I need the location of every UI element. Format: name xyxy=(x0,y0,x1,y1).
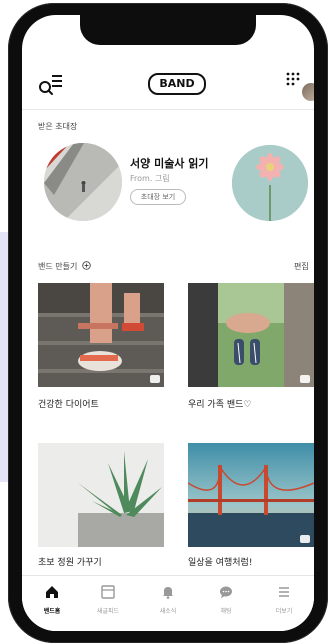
nav-chat[interactable]: 채팅 xyxy=(200,584,252,615)
nav-chat-label: 채팅 xyxy=(220,608,232,615)
more-icon xyxy=(279,587,289,597)
band-card-3-image[interactable] xyxy=(38,443,164,547)
band-card-4-photo xyxy=(188,443,314,547)
plus-circle-icon[interactable] xyxy=(82,261,91,270)
search-icon xyxy=(39,75,62,95)
search-button[interactable] xyxy=(38,73,66,97)
app-screen: BAND 받은 초대장 서양 미술사 읽기 From. 그림 초대장 보기 밴드… xyxy=(22,15,314,631)
app-header: BAND xyxy=(22,67,314,103)
nav-more-label: 더보기 xyxy=(275,608,293,615)
nav-notifications[interactable]: 새소식 xyxy=(142,584,194,615)
profile-avatar[interactable] xyxy=(302,83,314,101)
nav-feed[interactable]: 새글피드 xyxy=(82,584,134,615)
nav-home-label: 밴드홈 xyxy=(43,608,61,615)
invitation-1-title[interactable]: 서양 미술사 읽기 xyxy=(130,155,209,171)
band-card-1-photo xyxy=(38,283,164,387)
photo-badge-icon xyxy=(300,535,310,543)
phone-notch xyxy=(80,15,256,45)
band-card-1-image[interactable] xyxy=(38,283,164,387)
nav-more[interactable]: 더보기 xyxy=(258,584,310,615)
invitation-2-image[interactable] xyxy=(232,145,308,221)
band-card-2-image[interactable] xyxy=(188,283,314,387)
band-card-2-label[interactable]: 우리 가족 밴드♡ xyxy=(188,397,251,410)
invitation-1-view-button[interactable]: 초대장 보기 xyxy=(130,189,186,205)
invitation-1-photo xyxy=(44,143,122,221)
invitation-1-subtitle: From. 그림 xyxy=(130,174,170,183)
band-card-2-photo xyxy=(188,283,314,387)
grid-menu-button[interactable] xyxy=(286,71,300,90)
phone-frame: BAND 받은 초대장 서양 미술사 읽기 From. 그림 초대장 보기 밴드… xyxy=(8,3,328,643)
invitations-section-title: 받은 초대장 xyxy=(38,122,78,131)
photo-badge-icon xyxy=(300,375,310,383)
invitation-2-photo xyxy=(232,145,308,221)
band-card-3-photo xyxy=(38,443,164,547)
create-band-label[interactable]: 밴드 만들기 xyxy=(38,262,77,271)
band-card-1-label[interactable]: 건강한 다이어트 xyxy=(38,397,99,410)
chat-icon xyxy=(220,586,232,598)
nav-feed-label: 새글피드 xyxy=(96,608,120,615)
bell-icon xyxy=(163,587,173,599)
band-card-4-label[interactable]: 일상을 여행처럼! xyxy=(188,555,252,568)
home-icon xyxy=(46,586,58,598)
invitation-1-image[interactable] xyxy=(44,143,122,221)
band-card-4-image[interactable] xyxy=(188,443,314,547)
nav-notifications-label: 새소식 xyxy=(159,608,177,615)
nav-home[interactable]: 밴드홈 xyxy=(26,584,78,615)
band-card-3-label[interactable]: 초보 정원 가꾸기 xyxy=(38,555,102,568)
band-logo: BAND xyxy=(148,73,206,95)
photo-badge-icon xyxy=(150,375,160,383)
header-divider xyxy=(22,109,314,110)
grid-menu-icon xyxy=(286,72,300,86)
edit-link[interactable]: 편집 xyxy=(294,261,309,272)
bands-section-title: 밴드 만들기 xyxy=(38,261,91,272)
bottom-navigation: 밴드홈 새글피드 새소식 채팅 더보기 xyxy=(22,575,314,631)
feed-icon xyxy=(101,585,115,599)
